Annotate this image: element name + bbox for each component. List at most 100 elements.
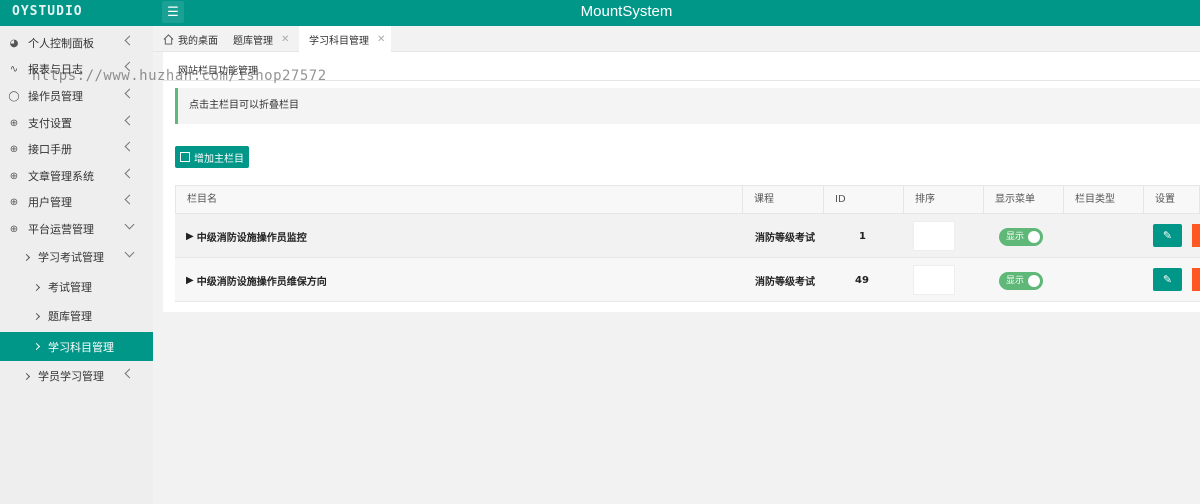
chevron-left-icon [124,141,135,152]
chevron-left-icon [124,35,135,46]
tab-label: 我的桌面 [178,35,218,47]
header-sort: 排序 [903,186,983,214]
chevron-right-icon [30,341,42,353]
breadcrumb: 网站栏目功能管理 [178,66,258,77]
sidebar-item-label: 题库管理 [48,310,92,323]
tab-desktop[interactable]: 我的桌面 [163,26,229,52]
sidebar-item-payment[interactable]: ⊕ 支付设置 [0,110,153,136]
sidebar-item-question-bank[interactable]: 题库管理 [0,303,153,329]
toggle-knob [1028,231,1040,243]
show-menu-toggle[interactable]: 显示 [999,228,1043,246]
table-row[interactable]: ▶ 中级消防设施操作员监控 消防等级考试 1 显示 ✎ [175,214,1200,258]
sidebar-item-users[interactable]: ⊕ 用户管理 [0,189,153,215]
chevron-right-icon [20,370,32,382]
sidebar-item-label: 学习考试管理 [38,251,104,264]
home-icon [163,33,174,45]
row-name[interactable]: ▶ 中级消防设施操作员监控 [186,214,307,258]
main-content: 网站栏目功能管理 点击主栏目可以折叠栏目 增加主栏目 栏目名 课程 ID 排序 … [163,52,1200,312]
chevron-left-icon [124,168,135,179]
sidebar-item-label: 报表与日志 [28,63,83,76]
sidebar-item-label: 文章管理系统 [28,170,94,183]
columns-table: 栏目名 课程 ID 排序 显示菜单 栏目类型 设置 ▶ 中级消防设施操作员监控 … [175,185,1200,302]
user-icon: ◯ [8,90,20,102]
header-show-menu: 显示菜单 [983,186,1063,214]
add-main-column-button[interactable]: 增加主栏目 [175,146,249,168]
sidebar-item-label: 平台运营管理 [28,223,94,236]
add-button-label: 增加主栏目 [194,153,244,165]
sidebar-item-subjects[interactable]: 学习科目管理 [0,332,153,361]
edit-button[interactable]: ✎ [1153,224,1182,247]
dashboard-icon: ◕ [9,37,19,49]
sidebar-item-reports[interactable]: ∿ 报表与日志 [0,56,153,82]
chevron-down-icon [124,247,135,258]
circle-arrow-icon: ⊕ [9,223,19,235]
header-course: 课程 [742,186,823,214]
sidebar-item-exam-manage[interactable]: 考试管理 [0,274,153,300]
chevron-left-icon [124,194,135,205]
pulse-icon: ∿ [9,63,19,75]
close-icon[interactable]: ✕ [377,34,385,45]
triangle-right-icon: ▶ [186,274,194,286]
tab-label: 学习科目管理 [309,35,369,47]
chevron-right-icon [20,251,32,263]
circle-arrow-icon: ⊕ [9,143,19,155]
pencil-icon: ✎ [1162,229,1173,242]
table-row[interactable]: ▶ 中级消防设施操作员维保方向 消防等级考试 49 显示 ✎ [175,258,1200,302]
circle-arrow-icon: ⊕ [9,117,19,129]
sidebar-item-label: 考试管理 [48,281,92,294]
chevron-right-icon [30,281,42,293]
edit-button[interactable]: ✎ [1153,268,1182,291]
sidebar-item-api-manual[interactable]: ⊕ 接口手册 [0,136,153,162]
header-name: 栏目名 [187,194,217,205]
sidebar-item-label: 个人控制面板 [28,37,94,50]
sidebar-item-label: 用户管理 [28,196,72,209]
row-id: 1 [859,230,866,242]
row-id: 49 [855,274,869,286]
sort-input[interactable] [913,221,955,251]
add-icon [180,152,190,162]
notice-box: 点击主栏目可以折叠栏目 [175,88,1200,124]
close-icon[interactable]: ✕ [281,34,289,45]
chevron-left-icon [124,88,135,99]
circle-arrow-icon: ⊕ [9,170,19,182]
tab-subjects[interactable]: 学习科目管理 ✕ [299,26,391,52]
sidebar: ◕ 个人控制面板 ∿ 报表与日志 ◯ 操作员管理 ⊕ 支付设置 ⊕ 接口手册 ⊕… [0,26,153,504]
sidebar-item-label: 学习科目管理 [48,340,114,354]
chevron-left-icon [124,115,135,126]
sidebar-item-operators[interactable]: ◯ 操作员管理 [0,83,153,109]
top-bar: OYSTUDIO ☰ MountSystem [0,0,1200,26]
sort-input[interactable] [913,265,955,295]
sidebar-item-label: 学员学习管理 [38,370,104,383]
header-column-type: 栏目类型 [1063,186,1143,214]
toggle-knob [1028,275,1040,287]
row-course: 消防等级考试 [755,232,815,244]
chevron-left-icon [124,368,135,379]
divider [163,80,1200,81]
delete-button[interactable] [1192,268,1200,291]
circle-arrow-icon: ⊕ [9,196,19,208]
triangle-right-icon: ▶ [186,230,194,242]
sidebar-item-label: 支付设置 [28,117,72,130]
chevron-down-icon [124,219,135,230]
tab-question-bank[interactable]: 题库管理 ✕ [233,26,295,52]
row-course: 消防等级考试 [755,276,815,288]
tab-label: 题库管理 [233,35,273,47]
sidebar-item-control-panel[interactable]: ◕ 个人控制面板 [0,30,153,56]
delete-button[interactable] [1192,224,1200,247]
app-title: MountSystem [580,3,673,20]
chevron-left-icon [124,61,135,72]
table-header: 栏目名 课程 ID 排序 显示菜单 栏目类型 设置 [175,185,1200,214]
tab-bar: 我的桌面 题库管理 ✕ 学习科目管理 ✕ [153,26,1200,52]
pencil-icon: ✎ [1162,273,1173,286]
sidebar-item-operations[interactable]: ⊕ 平台运营管理 [0,216,153,242]
header-id: ID [823,186,903,214]
sidebar-item-label: 操作员管理 [28,90,83,103]
sidebar-item-student-study[interactable]: 学员学习管理 [0,363,153,389]
show-menu-toggle[interactable]: 显示 [999,272,1043,290]
header-settings: 设置 [1143,186,1200,214]
sidebar-item-articles[interactable]: ⊕ 文章管理系统 [0,163,153,189]
sidebar-item-study-exam[interactable]: 学习考试管理 [0,244,153,270]
sidebar-item-label: 接口手册 [28,143,72,156]
chevron-right-icon [30,310,42,322]
row-name[interactable]: ▶ 中级消防设施操作员维保方向 [186,258,327,302]
